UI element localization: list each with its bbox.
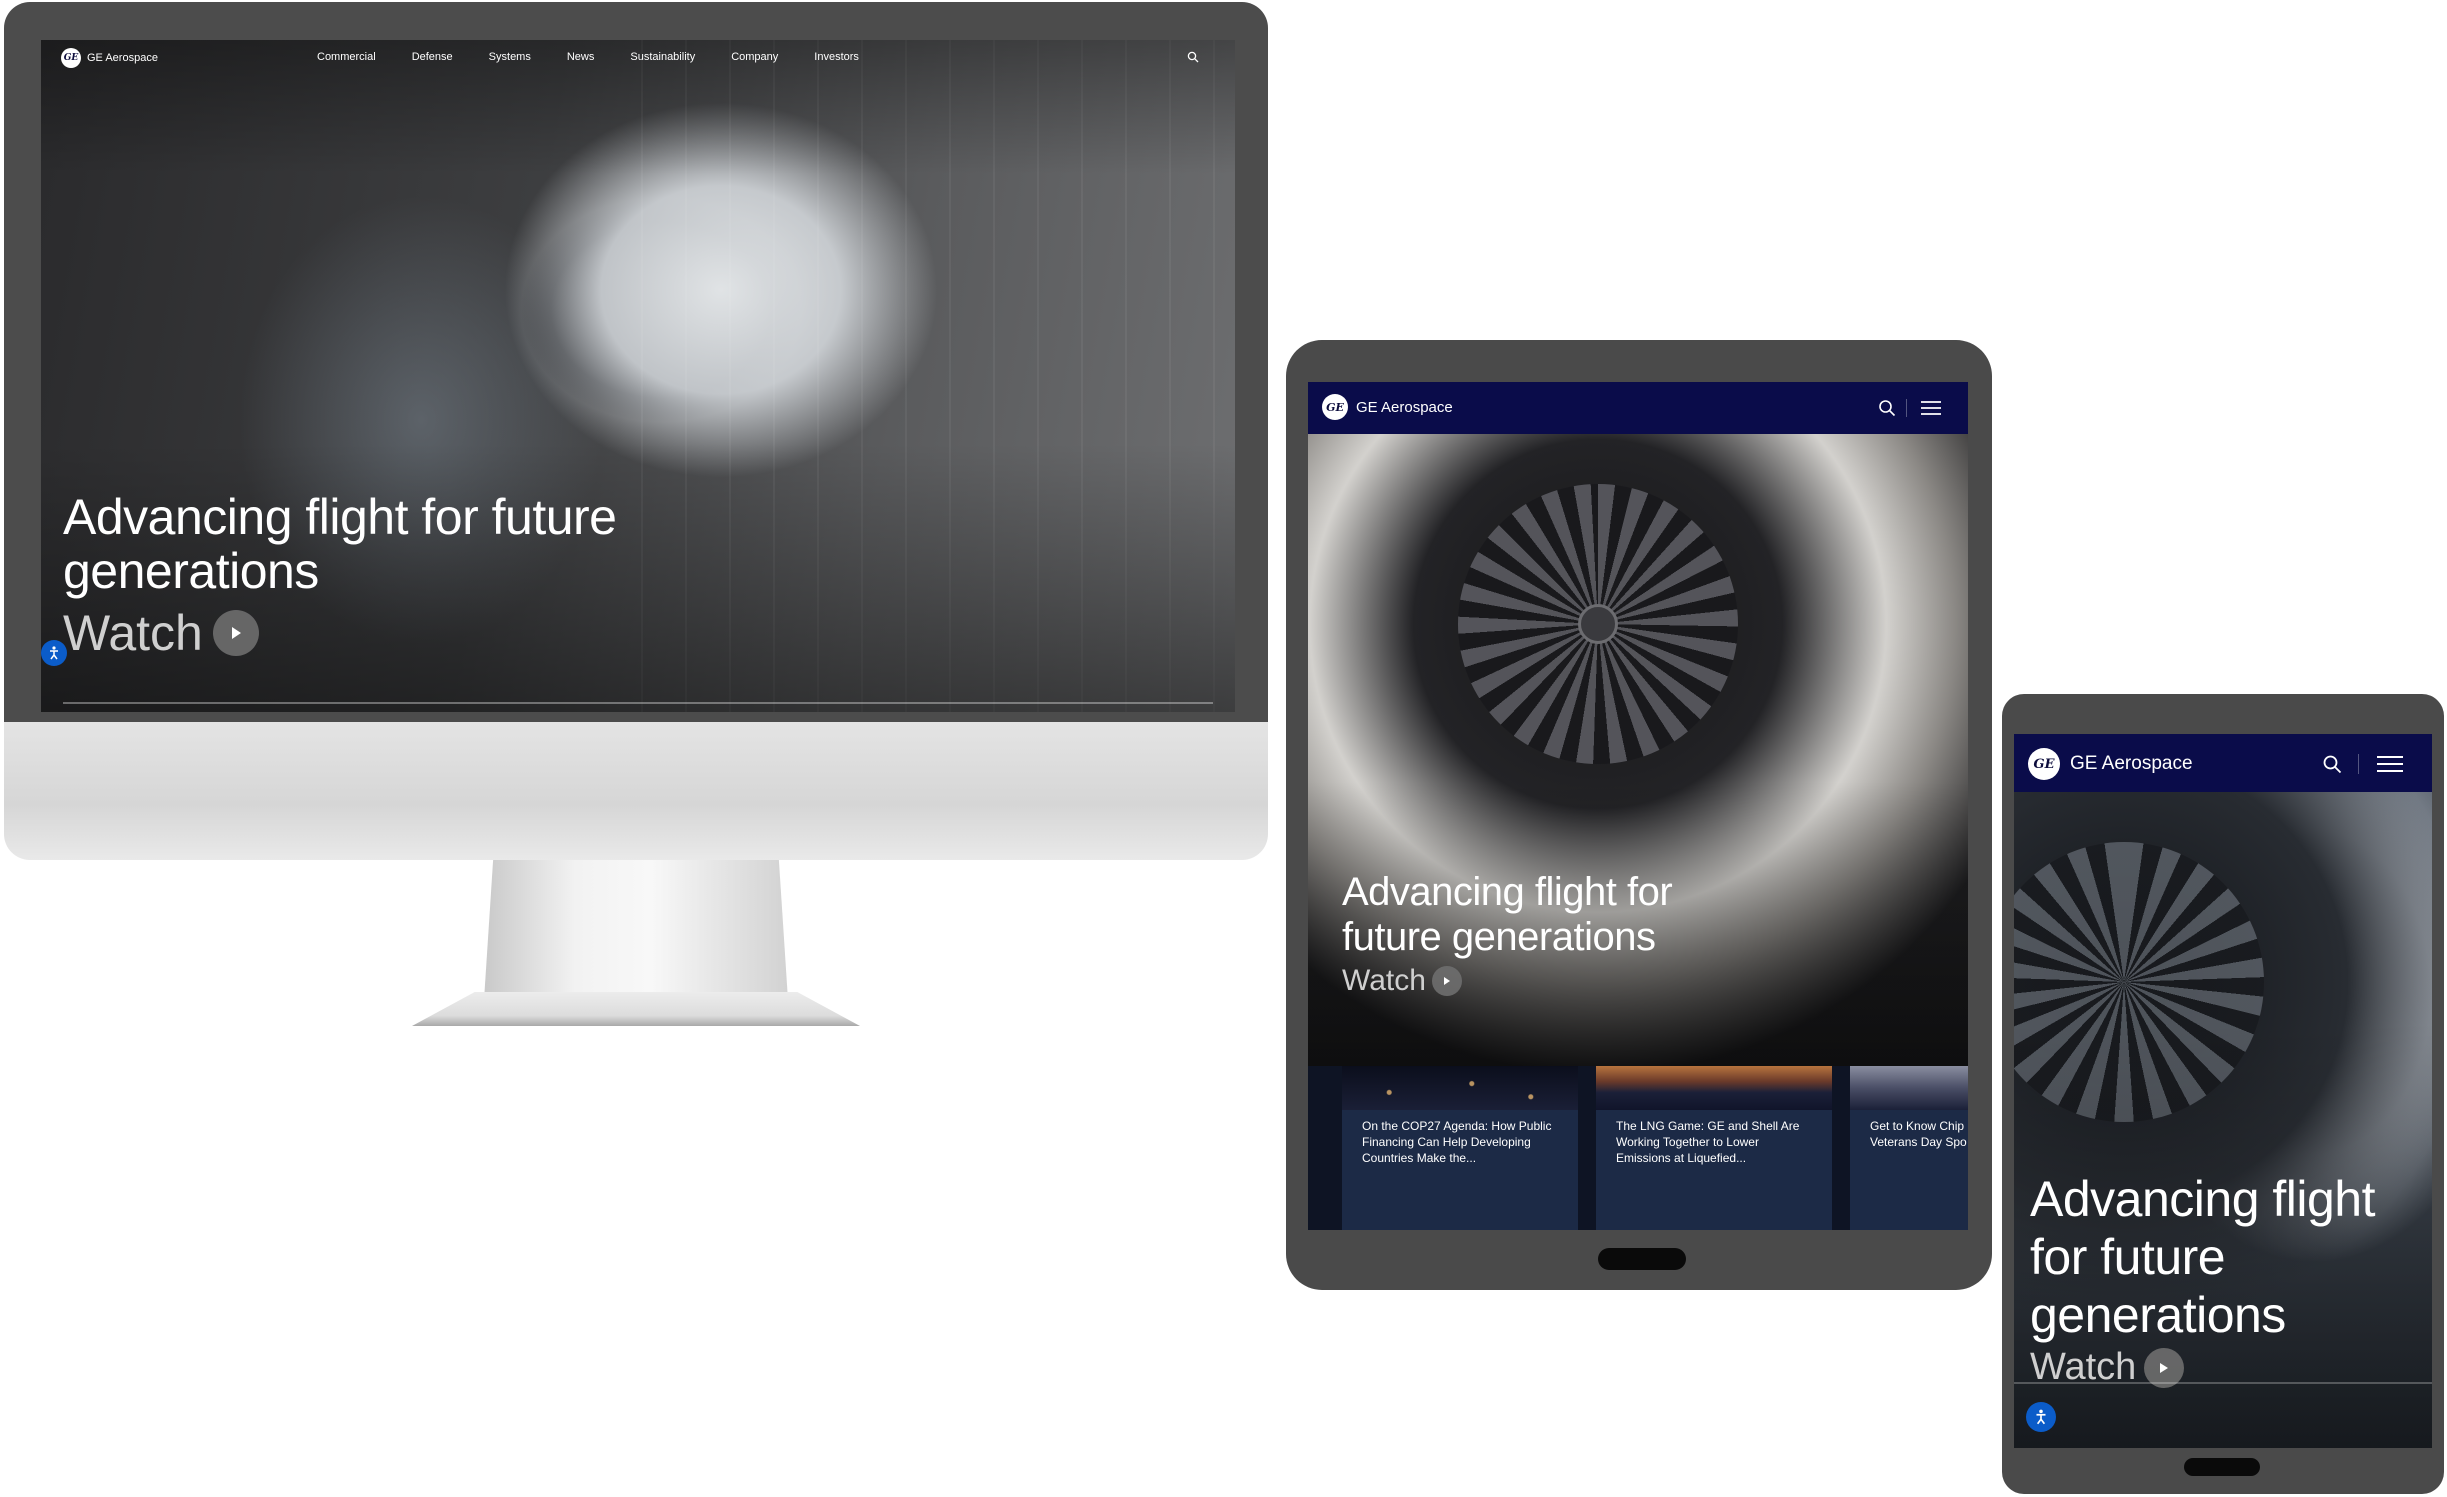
monitor-stand-base: [412, 992, 860, 1026]
nav-link-investors[interactable]: Investors: [814, 51, 859, 63]
news-card-carousel: On the COP27 Agenda: How Public Financin…: [1308, 1066, 1968, 1230]
watch-video-button[interactable]: Watch: [63, 604, 683, 662]
ge-logo-icon: GE: [61, 48, 81, 68]
news-card[interactable]: Get to Know Chip Veterans Day Spo: [1850, 1066, 1968, 1230]
search-icon[interactable]: [1878, 399, 1896, 422]
tablet-device: GE GE Aerospace Advancing flight for fut…: [1286, 340, 1992, 1290]
news-card-image: [1850, 1066, 1968, 1110]
accessibility-icon[interactable]: [41, 640, 67, 666]
hero-progress-bar: [63, 702, 1213, 704]
tablet-nav-bar: GE GE Aerospace: [1308, 382, 1968, 434]
news-card-title: The LNG Game: GE and Shell Are Working T…: [1616, 1119, 1800, 1165]
brand-logo-link[interactable]: GE GE Aerospace: [1322, 394, 1453, 420]
tablet-screen: GE GE Aerospace Advancing flight for fut…: [1308, 382, 1968, 1230]
nav-link-commercial[interactable]: Commercial: [317, 51, 376, 63]
watch-label: Watch: [1342, 964, 1426, 997]
hero-title: Advancing flight for future generations: [63, 489, 617, 599]
hamburger-menu-icon[interactable]: [2376, 754, 2404, 779]
brand-logo-link[interactable]: GE GE Aerospace: [61, 48, 158, 68]
news-card-title: Get to Know Chip Veterans Day Spo: [1870, 1119, 1967, 1149]
hero-progress-bar: [2014, 1382, 2432, 1384]
phone-home-button: [2184, 1458, 2260, 1476]
tablet-hero: Advancing flight for future generations …: [1342, 870, 1762, 998]
monitor-chin: [4, 722, 1268, 860]
desktop-nav-links: Commercial Defense Systems News Sustaina…: [317, 51, 895, 63]
desktop-hero: Advancing flight for future generations …: [63, 490, 683, 662]
play-icon[interactable]: [212, 610, 259, 656]
phone-screen: GE GE Aerospace Advancing flight for fut…: [2014, 734, 2432, 1448]
watch-video-button[interactable]: Watch: [1342, 964, 1762, 998]
tablet-home-button: [1598, 1248, 1686, 1270]
brand-name: GE Aerospace: [87, 52, 158, 64]
news-card-image: [1342, 1066, 1578, 1110]
desktop-screen: GE GE Aerospace Commercial Defense Syste…: [41, 40, 1235, 712]
search-icon[interactable]: [2322, 754, 2342, 779]
news-card[interactable]: On the COP27 Agenda: How Public Financin…: [1342, 1066, 1578, 1230]
news-card[interactable]: The LNG Game: GE and Shell Are Working T…: [1596, 1066, 1832, 1230]
nav-link-news[interactable]: News: [567, 51, 595, 63]
ge-logo-icon: GE: [1322, 394, 1348, 420]
ge-logo-icon: GE: [2028, 748, 2060, 780]
watch-label: Watch: [63, 605, 203, 661]
news-card-image: [1596, 1066, 1832, 1110]
nav-link-defense[interactable]: Defense: [412, 51, 453, 63]
brand-name: GE Aerospace: [2070, 753, 2193, 774]
phone-nav-bar: GE GE Aerospace: [2014, 734, 2432, 792]
search-icon[interactable]: [1187, 50, 1199, 68]
nav-link-sustainability[interactable]: Sustainability: [630, 51, 695, 63]
hero-title: Advancing flight for future generations: [2030, 1171, 2376, 1343]
play-icon[interactable]: [1431, 966, 1462, 996]
news-card-title: On the COP27 Agenda: How Public Financin…: [1362, 1119, 1552, 1165]
brand-name: GE Aerospace: [1356, 398, 1453, 416]
desktop-monitor: GE GE Aerospace Commercial Defense Syste…: [4, 2, 1268, 722]
desktop-nav-bar: GE GE Aerospace Commercial Defense Syste…: [41, 40, 1235, 76]
phone-hero: Advancing flight for future generations …: [2030, 1170, 2420, 1389]
phone-device: GE GE Aerospace Advancing flight for fut…: [2002, 694, 2444, 1494]
nav-link-systems[interactable]: Systems: [489, 51, 531, 63]
hamburger-menu-icon[interactable]: [1920, 399, 1942, 422]
hero-title: Advancing flight for future generations: [1342, 870, 1673, 959]
nav-link-company[interactable]: Company: [731, 51, 778, 63]
monitor-stand: [484, 860, 788, 1000]
brand-logo-link[interactable]: GE GE Aerospace: [2028, 748, 2193, 780]
accessibility-icon[interactable]: [2026, 1402, 2056, 1432]
